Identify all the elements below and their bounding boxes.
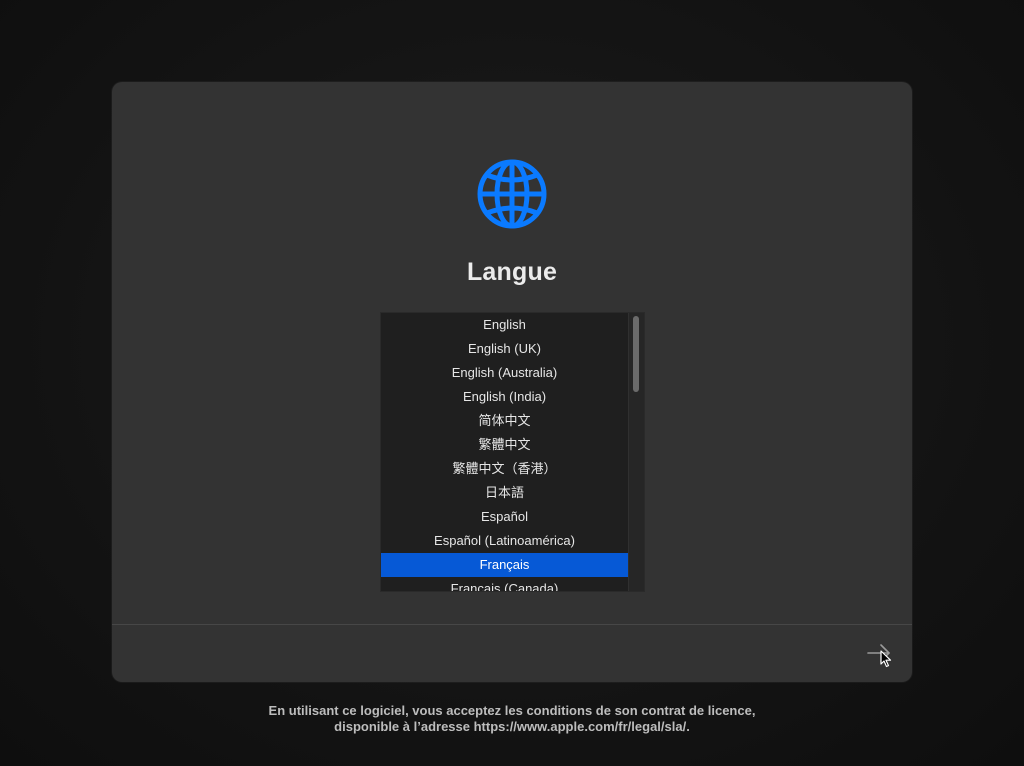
language-item[interactable]: English: [381, 313, 628, 337]
scrollbar[interactable]: [628, 313, 644, 591]
language-item[interactable]: English (UK): [381, 337, 628, 361]
language-item[interactable]: 繁體中文: [381, 433, 628, 457]
mouse-pointer-icon: [880, 650, 892, 668]
language-panel: Langue English English (UK) English (Austr…: [112, 82, 912, 682]
language-item[interactable]: English (India): [381, 385, 628, 409]
language-item[interactable]: 繁體中文（香港）: [381, 457, 628, 481]
page-title: Langue: [466, 258, 558, 286]
language-item[interactable]: English (Australia): [381, 361, 628, 385]
license-line-1: En utilisant ce logiciel, vous acceptez …: [268, 703, 756, 718]
language-item[interactable]: 日本語: [381, 481, 628, 505]
scrollbar-thumb[interactable]: [633, 316, 639, 392]
language-list-items: English English (UK) English (Australia) En…: [381, 313, 628, 591]
footer-divider: [112, 624, 912, 625]
language-list[interactable]: English English (UK) English (Australia) En…: [380, 312, 645, 592]
language-item[interactable]: Français: [381, 553, 628, 577]
language-item[interactable]: Español (Latinoamérica): [381, 529, 628, 553]
license-line-2: disponible à l’adresse https://www.apple…: [334, 719, 690, 734]
language-item[interactable]: Español: [381, 505, 628, 529]
globe-icon: [477, 159, 547, 229]
license-notice: En utilisant ce logiciel, vous acceptez …: [0, 703, 1024, 735]
language-item[interactable]: Français (Canada): [381, 577, 628, 591]
language-item[interactable]: 简体中文: [381, 409, 628, 433]
